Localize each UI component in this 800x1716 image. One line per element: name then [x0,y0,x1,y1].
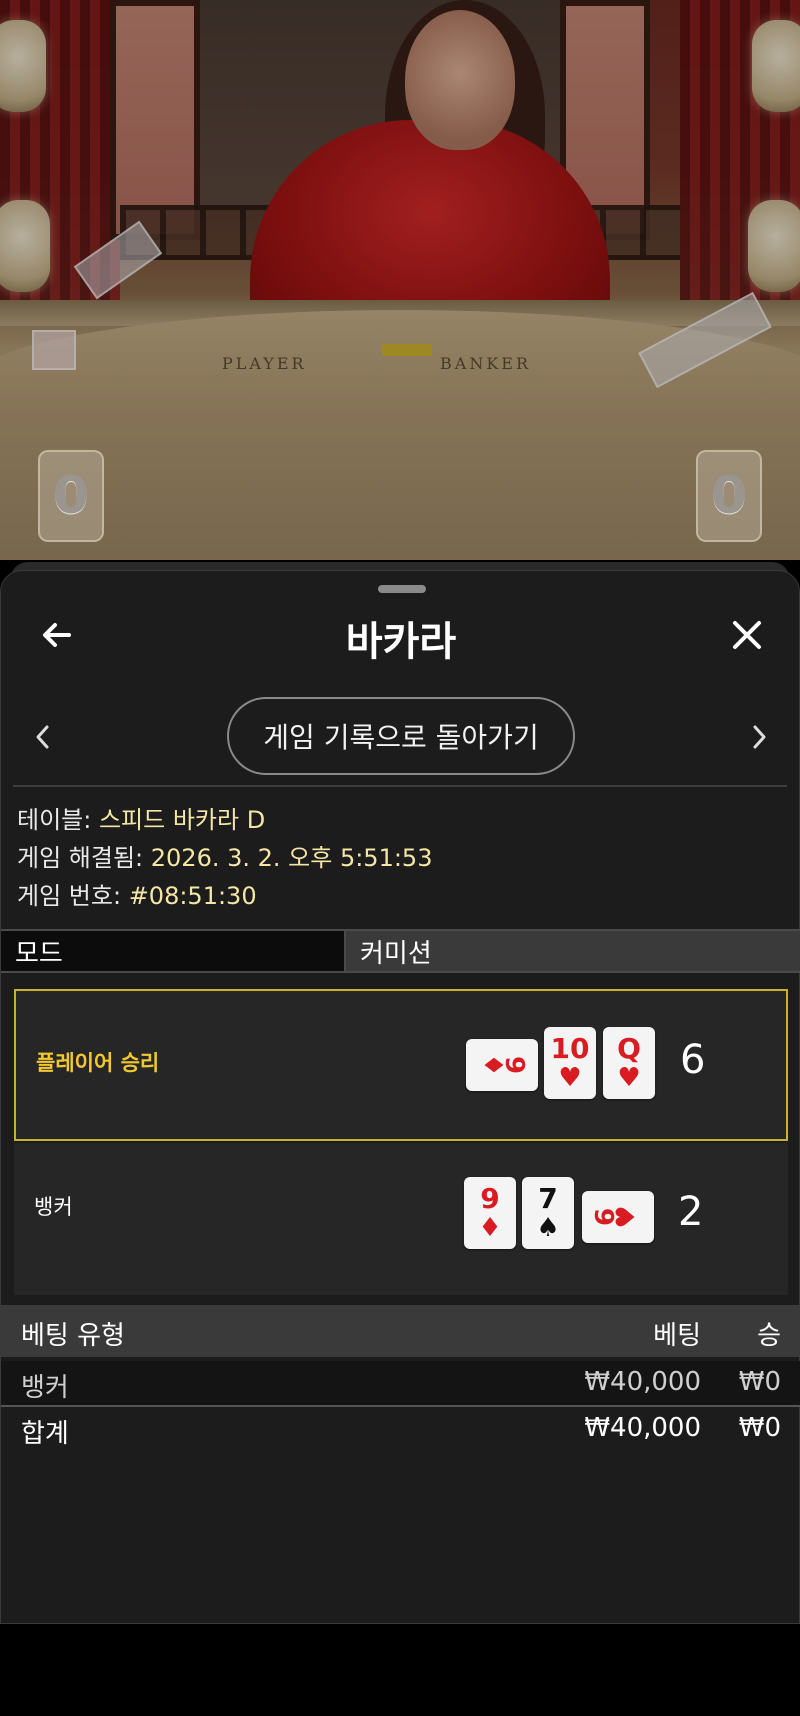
bet-type: 뱅커 [21,1373,69,1403]
playing-card: 9 ♦ [464,1177,516,1249]
card-suit: ♥ [612,1205,643,1229]
chevron-right-icon [753,725,766,749]
total-row: 합계 ₩40,000 ₩0 [1,1407,800,1455]
resolved-label: 게임 해결됨: [17,844,144,872]
close-button[interactable] [719,607,775,663]
playing-card: 10 ♥ [544,1027,596,1099]
card-rank: 10 [550,1032,590,1065]
bottom-bar [0,1624,800,1716]
next-round-button[interactable] [731,709,787,765]
table-row: 뱅커 ₩40,000 ₩0 [1,1361,800,1407]
card-suit: ♥ [558,1063,582,1093]
tab-commission[interactable]: 커미션 [346,931,800,971]
card-suit: ♥ [617,1063,641,1093]
sheet-header: 바카라 [1,601,800,671]
player-hand: 플레이어 승리 ♦ 9 10 ♥ Q ♥ 6 [14,989,788,1141]
banker-result-label: 뱅커 [34,1195,73,1219]
video-overlay [0,0,800,560]
card-rank: Q [617,1032,641,1065]
total-win: ₩0 [738,1413,781,1443]
resolved-value: 2026. 3. 2. 오후 5:51:53 [150,844,433,872]
bet-amount: ₩40,000 [584,1367,701,1397]
live-video-feed: PLAYER BANKER 0 0 [0,0,800,560]
drag-handle[interactable] [378,585,426,593]
banker-score-display: 0 [696,450,762,542]
round-navigation: 게임 기록으로 돌아가기 [1,697,800,777]
page-title: 바카라 [345,619,457,665]
header-bet: 베팅 [653,1321,701,1351]
player-total: 6 [680,1037,706,1083]
total-bet: ₩40,000 [584,1413,701,1443]
total-label: 합계 [21,1419,69,1449]
win-amount: ₩0 [738,1367,781,1397]
table-value: 스피드 바카라 D [98,806,266,834]
playing-card: 7 ♠ [522,1177,574,1249]
card-rank: 7 [538,1182,558,1215]
header-bet-type: 베팅 유형 [21,1321,125,1351]
card-rank: 9 [498,1055,529,1075]
table-info: 테이블: 스피드 바카라 D [17,801,432,839]
playing-card: ♦ 9 [466,1039,538,1091]
table-label: 테이블: [17,806,92,834]
header-win: 승 [757,1321,781,1351]
card-suit: ♦ [478,1213,502,1243]
game-number-label: 게임 번호: [17,882,122,910]
divider [13,785,787,787]
card-suit: ♠ [536,1213,560,1243]
game-result-sheet: 바카라 게임 기록으로 돌아가기 테이블: 스피드 바카라 D 게임 해결됨: [0,570,800,1624]
view-tabs: 모드 커미션 [1,929,800,973]
playing-card: Q ♥ [603,1027,655,1099]
player-result-label: 플레이어 승리 [36,1051,160,1075]
chevron-left-icon [36,725,49,749]
banker-hand: 뱅커 9 ♦ 7 ♠ 6 ♥ 2 [14,1143,788,1295]
close-icon [733,621,761,649]
resolved-info: 게임 해결됨: 2026. 3. 2. 오후 5:51:53 [17,839,432,877]
card-rank: 9 [480,1182,500,1215]
previous-round-button[interactable] [15,709,71,765]
tab-mode[interactable]: 모드 [1,931,346,971]
player-score-display: 0 [38,450,104,542]
back-to-history-button[interactable]: 게임 기록으로 돌아가기 [227,697,575,775]
game-number-value: #08:51:30 [128,882,257,910]
bets-table-header: 베팅 유형 베팅 승 [1,1305,800,1357]
game-number-info: 게임 번호: #08:51:30 [17,877,432,915]
playing-card: 6 ♥ [582,1191,654,1243]
game-info: 테이블: 스피드 바카라 D 게임 해결됨: 2026. 3. 2. 오후 5:… [17,801,432,915]
banker-total: 2 [678,1189,704,1235]
